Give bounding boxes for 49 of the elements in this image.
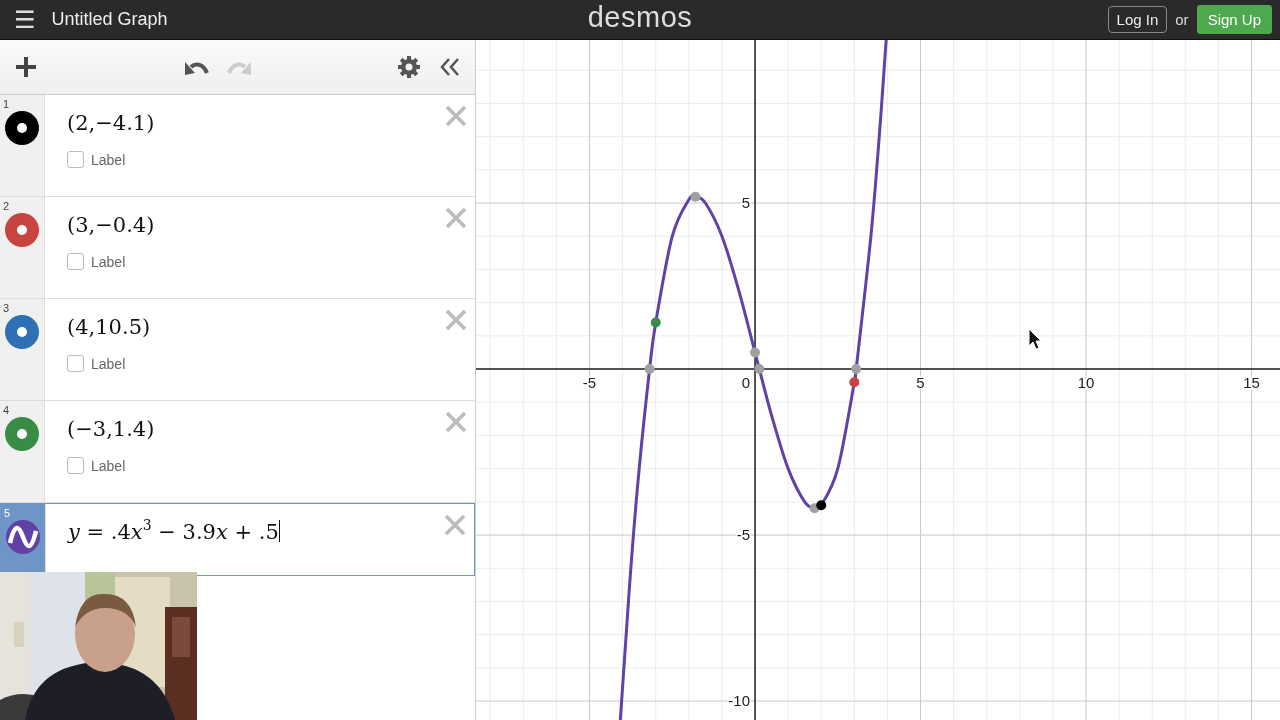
- math-expression[interactable]: (3,−0.4): [67, 213, 155, 237]
- tick-label: 5: [741, 194, 751, 212]
- expression-row[interactable]: 1 (2,−4.1) Label: [0, 95, 475, 197]
- checkbox-label: Label: [91, 253, 126, 270]
- expression-index: 1: [3, 98, 10, 110]
- wave-icon[interactable]: [6, 520, 40, 554]
- mouse-pointer-icon: [1028, 328, 1042, 350]
- checkbox-label: Label: [91, 355, 126, 372]
- math-expression[interactable]: (2,−4.1): [67, 111, 155, 135]
- checkbox-label: Label: [91, 457, 126, 474]
- label-checkbox[interactable]: [67, 457, 84, 474]
- expression-index: 4: [3, 404, 10, 416]
- menu-button[interactable]: ☰: [14, 7, 36, 32]
- point-marker[interactable]: [750, 347, 761, 358]
- point-style-icon[interactable]: [5, 111, 39, 145]
- point-marker[interactable]: [644, 364, 655, 375]
- tick-label: -5: [582, 374, 597, 392]
- tick-label: 5: [916, 374, 925, 392]
- math-expression[interactable]: (4,10.5): [67, 315, 151, 339]
- point-marker[interactable]: [754, 364, 765, 375]
- point-marker[interactable]: [650, 317, 661, 328]
- origin-label: 0: [741, 374, 751, 392]
- tick-label: 15: [1243, 374, 1260, 392]
- logo: desmos: [587, 1, 693, 35]
- point-marker[interactable]: [851, 364, 862, 375]
- or-text: or: [1175, 11, 1189, 28]
- expression-index: 3: [3, 302, 10, 314]
- point-marker[interactable]: [690, 191, 701, 202]
- graph-title: Untitled Graph: [51, 9, 168, 30]
- add-button[interactable]: [14, 55, 38, 79]
- checkbox-label: Label: [91, 151, 126, 168]
- label-checkbox[interactable]: [67, 253, 84, 270]
- math-expression[interactable]: y = .4x$^{3}$ − 3.9x + .5: [68, 520, 280, 544]
- expression-index: 5: [4, 507, 11, 519]
- label-checkbox[interactable]: [67, 355, 84, 372]
- point-marker[interactable]: [849, 377, 860, 388]
- point-marker[interactable]: [816, 500, 827, 511]
- login-button[interactable]: Log In: [1107, 6, 1168, 33]
- expression-row[interactable]: 2 (3,−0.4) Label: [0, 197, 475, 299]
- expression-row[interactable]: 3 (4,10.5) Label: [0, 299, 475, 401]
- math-expression[interactable]: (−3,1.4): [67, 417, 155, 441]
- label-checkbox[interactable]: [67, 151, 84, 168]
- collapse-button[interactable]: [439, 56, 461, 78]
- settings-button[interactable]: [397, 55, 421, 79]
- expression-row[interactable]: 4 (−3,1.4) Label: [0, 401, 475, 503]
- tick-label: -10: [728, 692, 751, 710]
- tick-label: -5: [736, 526, 751, 544]
- expression-index: 2: [3, 200, 10, 212]
- tick-label: 10: [1077, 374, 1095, 392]
